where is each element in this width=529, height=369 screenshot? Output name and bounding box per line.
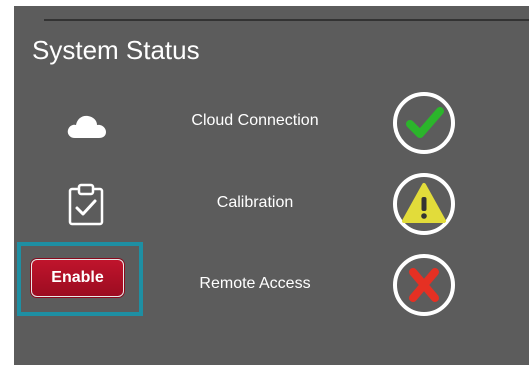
divider bbox=[44, 19, 529, 21]
status-ok-indicator bbox=[393, 92, 455, 154]
cloud-icon bbox=[66, 110, 108, 145]
status-error-indicator bbox=[393, 254, 455, 316]
panel-title: System Status bbox=[32, 35, 200, 65]
row-label-remote-access: Remote Access bbox=[199, 275, 311, 292]
enable-button[interactable]: Enable bbox=[31, 259, 124, 297]
row-label-cloud-connection: Cloud Connection bbox=[191, 112, 319, 129]
x-icon bbox=[409, 268, 439, 302]
status-warning-indicator bbox=[393, 173, 455, 235]
clipboard-check-icon bbox=[67, 183, 105, 232]
row-label-calibration: Calibration bbox=[216, 194, 294, 211]
warning-icon bbox=[402, 183, 446, 223]
check-icon bbox=[406, 107, 444, 138]
